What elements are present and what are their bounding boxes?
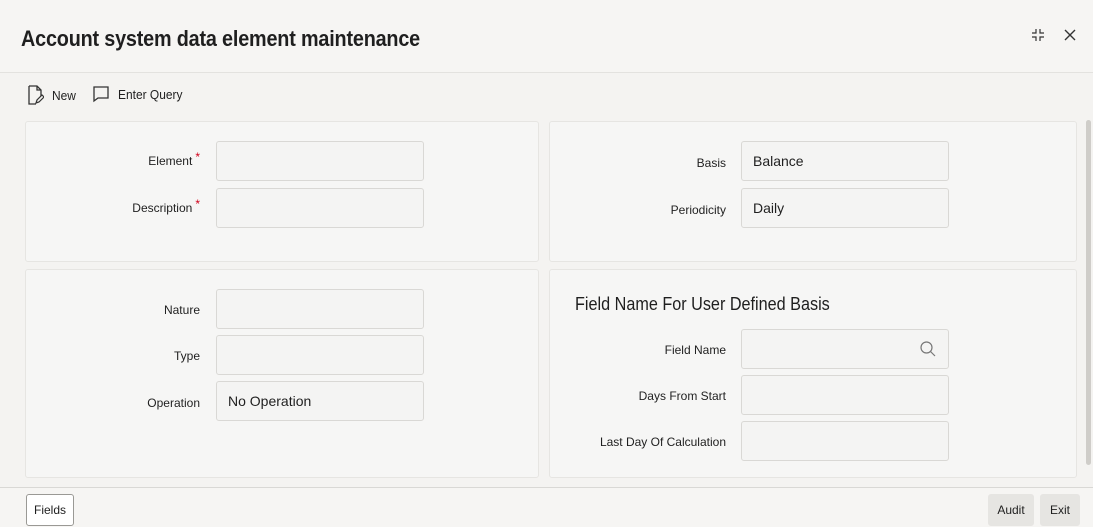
enter-query-label: Enter Query xyxy=(118,86,183,102)
last-day-of-calculation-label: Last Day Of Calculation xyxy=(599,435,726,449)
operation-label: Operation xyxy=(147,396,200,410)
enter-query-button[interactable]: Enter Query xyxy=(92,85,188,103)
section-title: Field Name For User Defined Basis xyxy=(575,294,830,314)
footer: Fields Audit Exit xyxy=(0,487,1093,527)
vertical-scrollbar[interactable] xyxy=(1086,120,1091,465)
window-title: Account system data element maintenance xyxy=(21,26,421,51)
fields-button[interactable]: Fields xyxy=(26,494,74,526)
required-marker: * xyxy=(195,197,200,211)
window-controls xyxy=(1029,26,1079,44)
days-from-start-label: Days From Start xyxy=(638,389,726,403)
restore-icon[interactable] xyxy=(1029,26,1047,44)
type-field[interactable] xyxy=(216,335,424,375)
nature-field[interactable] xyxy=(216,289,424,329)
description-label: Description xyxy=(132,201,193,215)
new-document-icon xyxy=(28,85,44,105)
periodicity-field[interactable]: Daily xyxy=(741,188,949,228)
element-field[interactable] xyxy=(216,141,424,181)
last-day-of-calculation-field[interactable] xyxy=(741,421,949,461)
close-icon[interactable] xyxy=(1061,26,1079,44)
field-name-label: Field Name xyxy=(664,343,726,357)
title-bar: Account system data element maintenance xyxy=(0,0,1093,72)
basis-label: Basis xyxy=(696,156,726,170)
toolbar: New Enter Query xyxy=(0,72,1093,120)
element-label: Element xyxy=(148,154,193,168)
description-field[interactable] xyxy=(216,188,424,228)
periodicity-label: Periodicity xyxy=(670,203,726,217)
audit-button[interactable]: Audit xyxy=(988,494,1034,526)
comment-icon xyxy=(93,86,109,103)
basis-field[interactable]: Balance xyxy=(741,141,949,181)
operation-field[interactable]: No Operation xyxy=(216,381,424,421)
nature-label: Nature xyxy=(163,303,200,317)
required-marker: * xyxy=(195,150,200,164)
element-label-group: Element * xyxy=(60,150,200,168)
field-name-input[interactable] xyxy=(741,329,949,369)
days-from-start-field[interactable] xyxy=(741,375,949,415)
description-label-group: Description * xyxy=(60,197,200,215)
exit-button[interactable]: Exit xyxy=(1040,494,1080,526)
new-button[interactable]: New xyxy=(26,85,78,105)
search-icon[interactable] xyxy=(919,340,937,358)
type-label: Type xyxy=(173,349,200,363)
new-label: New xyxy=(52,87,76,103)
